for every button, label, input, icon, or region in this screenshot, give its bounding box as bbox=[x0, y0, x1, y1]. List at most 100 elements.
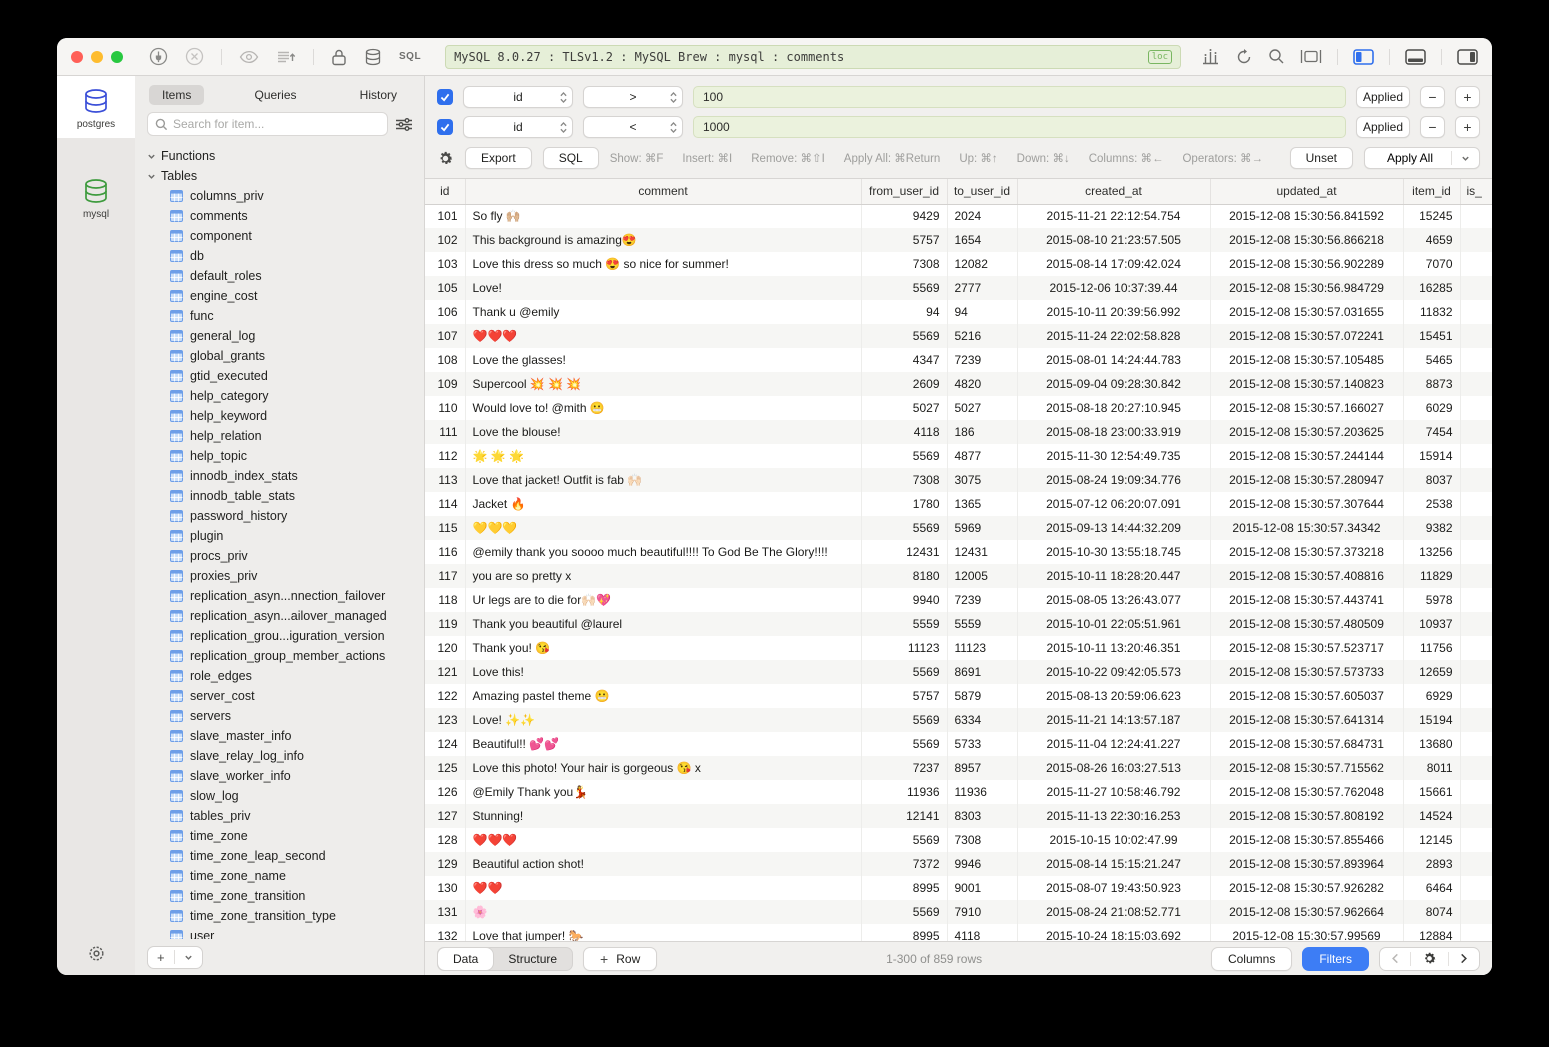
table-row[interactable]: 117 you are so pretty x 8180 12005 2015-… bbox=[425, 564, 1492, 588]
cell-created-at[interactable]: 2015-09-04 09:28:30.842 bbox=[1017, 372, 1210, 396]
table-row[interactable]: 105 Love! 5569 2777 2015-12-06 10:37:39.… bbox=[425, 276, 1492, 300]
sidebar-table-item[interactable]: slow_log bbox=[147, 786, 424, 806]
cell-from-user-id[interactable]: 7308 bbox=[861, 468, 947, 492]
cell-created-at[interactable]: 2015-08-24 19:09:34.776 bbox=[1017, 468, 1210, 492]
cell-item-id[interactable]: 8037 bbox=[1403, 468, 1460, 492]
sidebar-table-item[interactable]: help_keyword bbox=[147, 406, 424, 426]
table-row[interactable]: 132 Love that jumper! 🐎 8995 4118 2015-1… bbox=[425, 924, 1492, 941]
refresh-icon[interactable] bbox=[1235, 48, 1253, 66]
sql-editor-icon[interactable]: SQL bbox=[399, 51, 421, 62]
cell-is[interactable] bbox=[1460, 684, 1492, 708]
table-row[interactable]: 120 Thank you! 😘 11123 11123 2015-10-11 … bbox=[425, 636, 1492, 660]
cell-id[interactable]: 120 bbox=[425, 636, 465, 660]
cell-created-at[interactable]: 2015-11-21 14:13:57.187 bbox=[1017, 708, 1210, 732]
chart-icon[interactable] bbox=[1201, 48, 1220, 65]
sidebar-table-item[interactable]: tables_priv bbox=[147, 806, 424, 826]
add-item-button[interactable]: + bbox=[148, 947, 174, 968]
cell-is[interactable] bbox=[1460, 636, 1492, 660]
remove-filter-button[interactable]: − bbox=[1420, 86, 1445, 108]
cell-updated-at[interactable]: 2015-12-08 15:30:57.926282 bbox=[1210, 876, 1403, 900]
cell-created-at[interactable]: 2015-07-12 06:20:07.091 bbox=[1017, 492, 1210, 516]
connection-postgres[interactable]: postgres bbox=[57, 76, 135, 138]
tab-history[interactable]: History bbox=[347, 85, 410, 105]
sidebar-table-item[interactable]: engine_cost bbox=[147, 286, 424, 306]
cell-created-at[interactable]: 2015-10-11 20:39:56.992 bbox=[1017, 300, 1210, 324]
cell-comment[interactable]: Love that jacket! Outfit is fab 🙌🏻 bbox=[465, 468, 861, 492]
cell-updated-at[interactable]: 2015-12-08 15:30:57.105485 bbox=[1210, 348, 1403, 372]
cell-from-user-id[interactable]: 4347 bbox=[861, 348, 947, 372]
cell-to-user-id[interactable]: 9946 bbox=[947, 852, 1017, 876]
table-row[interactable]: 123 Love! ✨✨ 5569 6334 2015-11-21 14:13:… bbox=[425, 708, 1492, 732]
cell-is[interactable] bbox=[1460, 564, 1492, 588]
cell-to-user-id[interactable]: 11936 bbox=[947, 780, 1017, 804]
sidebar-table-item[interactable]: password_history bbox=[147, 506, 424, 526]
cell-updated-at[interactable]: 2015-12-08 15:30:57.166027 bbox=[1210, 396, 1403, 420]
cell-created-at[interactable]: 2015-11-04 12:24:41.227 bbox=[1017, 732, 1210, 756]
cell-from-user-id[interactable]: 5569 bbox=[861, 660, 947, 684]
cell-item-id[interactable]: 11756 bbox=[1403, 636, 1460, 660]
settings-gear-icon[interactable] bbox=[437, 150, 454, 167]
cell-updated-at[interactable]: 2015-12-08 15:30:57.855466 bbox=[1210, 828, 1403, 852]
cell-comment[interactable]: @Emily Thank you💃 bbox=[465, 780, 861, 804]
cell-comment[interactable]: Love! ✨✨ bbox=[465, 708, 861, 732]
page-settings-gear-icon[interactable] bbox=[1411, 948, 1448, 970]
cell-id[interactable]: 113 bbox=[425, 468, 465, 492]
cell-from-user-id[interactable]: 7372 bbox=[861, 852, 947, 876]
cell-comment[interactable]: Amazing pastel theme 😬 bbox=[465, 684, 861, 708]
cell-is[interactable] bbox=[1460, 780, 1492, 804]
table-row[interactable]: 130 ❤️❤️ 8995 9001 2015-08-07 19:43:50.9… bbox=[425, 876, 1492, 900]
sidebar-table-item[interactable]: innodb_index_stats bbox=[147, 466, 424, 486]
cell-created-at[interactable]: 2015-08-10 21:23:57.505 bbox=[1017, 228, 1210, 252]
cell-comment[interactable]: Love the glasses! bbox=[465, 348, 861, 372]
export-button[interactable]: Export bbox=[465, 147, 532, 169]
cell-item-id[interactable]: 13256 bbox=[1403, 540, 1460, 564]
cell-updated-at[interactable]: 2015-12-08 15:30:57.641314 bbox=[1210, 708, 1403, 732]
cell-is[interactable] bbox=[1460, 228, 1492, 252]
cell-created-at[interactable]: 2015-09-13 14:44:32.209 bbox=[1017, 516, 1210, 540]
cell-from-user-id[interactable]: 4118 bbox=[861, 420, 947, 444]
cell-comment[interactable]: you are so pretty x bbox=[465, 564, 861, 588]
connections-settings-gear-icon[interactable] bbox=[57, 945, 135, 967]
cell-updated-at[interactable]: 2015-12-08 15:30:57.605037 bbox=[1210, 684, 1403, 708]
remove-filter-button[interactable]: − bbox=[1420, 116, 1445, 138]
cell-to-user-id[interactable]: 8303 bbox=[947, 804, 1017, 828]
cell-from-user-id[interactable]: 94 bbox=[861, 300, 947, 324]
sidebar-table-item[interactable]: time_zone bbox=[147, 826, 424, 846]
table-row[interactable]: 103 Love this dress so much 😍 so nice fo… bbox=[425, 252, 1492, 276]
cell-id[interactable]: 116 bbox=[425, 540, 465, 564]
cell-created-at[interactable]: 2015-08-18 20:27:10.945 bbox=[1017, 396, 1210, 420]
cell-id[interactable]: 124 bbox=[425, 732, 465, 756]
cell-from-user-id[interactable]: 5559 bbox=[861, 612, 947, 636]
unset-button[interactable]: Unset bbox=[1290, 147, 1353, 169]
cell-id[interactable]: 132 bbox=[425, 924, 465, 941]
cell-updated-at[interactable]: 2015-12-08 15:30:57.99569 bbox=[1210, 924, 1403, 941]
cell-from-user-id[interactable]: 8995 bbox=[861, 876, 947, 900]
cell-is[interactable] bbox=[1460, 276, 1492, 300]
cell-updated-at[interactable]: 2015-12-08 15:30:57.34342 bbox=[1210, 516, 1403, 540]
cell-to-user-id[interactable]: 5969 bbox=[947, 516, 1017, 540]
cell-is[interactable] bbox=[1460, 516, 1492, 540]
cell-item-id[interactable]: 15661 bbox=[1403, 780, 1460, 804]
add-row-button[interactable]: + Row bbox=[583, 947, 657, 971]
sidebar-table-item[interactable]: slave_relay_log_info bbox=[147, 746, 424, 766]
cell-is[interactable] bbox=[1460, 300, 1492, 324]
cell-is[interactable] bbox=[1460, 708, 1492, 732]
cell-is[interactable] bbox=[1460, 804, 1492, 828]
table-row[interactable]: 112 🌟 🌟 🌟 5569 4877 2015-11-30 12:54:49.… bbox=[425, 444, 1492, 468]
sidebar-table-item[interactable]: replication_group_member_actions bbox=[147, 646, 424, 666]
sidebar-table-item[interactable]: default_roles bbox=[147, 266, 424, 286]
tree-group-tables[interactable]: Tables bbox=[147, 166, 424, 186]
table-row[interactable]: 116 @emily thank you soooo much beautifu… bbox=[425, 540, 1492, 564]
cell-to-user-id[interactable]: 12005 bbox=[947, 564, 1017, 588]
cell-updated-at[interactable]: 2015-12-08 15:30:56.866218 bbox=[1210, 228, 1403, 252]
cell-to-user-id[interactable]: 2777 bbox=[947, 276, 1017, 300]
cell-updated-at[interactable]: 2015-12-08 15:30:57.072241 bbox=[1210, 324, 1403, 348]
cell-created-at[interactable]: 2015-08-26 16:03:27.513 bbox=[1017, 756, 1210, 780]
cell-updated-at[interactable]: 2015-12-08 15:30:57.808192 bbox=[1210, 804, 1403, 828]
cell-comment[interactable]: 🌸 bbox=[465, 900, 861, 924]
close-window-button[interactable] bbox=[71, 51, 83, 63]
cell-id[interactable]: 107 bbox=[425, 324, 465, 348]
cell-is[interactable] bbox=[1460, 396, 1492, 420]
table-row[interactable]: 108 Love the glasses! 4347 7239 2015-08-… bbox=[425, 348, 1492, 372]
cell-is[interactable] bbox=[1460, 588, 1492, 612]
